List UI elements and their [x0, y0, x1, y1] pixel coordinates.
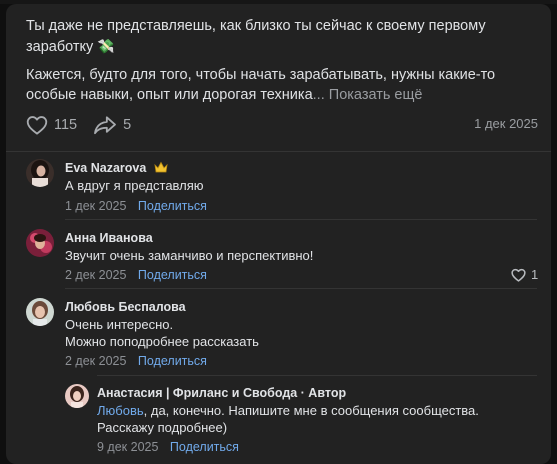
share-link[interactable]: Поделиться	[138, 268, 207, 282]
post-paragraph-2: Кажется, будто для того, чтобы начать за…	[26, 65, 536, 105]
crown-icon	[154, 161, 168, 173]
post-actions: 115 5	[26, 112, 147, 138]
show-more-link[interactable]: Показать ещё	[329, 87, 423, 103]
comment-text-line: Можно поподробнее рассказать	[65, 333, 259, 349]
post-paragraph-2-text: Кажется, будто для того, чтобы начать за…	[26, 67, 496, 103]
reply-text-line: Любовь, да, конечно. Напишите мне в сооб…	[97, 403, 537, 420]
heart-icon	[511, 268, 526, 282]
comment-like-button[interactable]: 1	[511, 267, 538, 282]
avatar[interactable]	[26, 159, 54, 187]
comment-date[interactable]: 9 дек 2025	[97, 440, 158, 454]
post-card: Ты даже не представляешь, как близко ты …	[6, 4, 551, 464]
avatar[interactable]	[26, 298, 54, 326]
avatar[interactable]	[26, 229, 54, 257]
reply-text-part: , да, конечно. Напишите мне в сообщения …	[143, 403, 479, 418]
reply-author[interactable]: Анастасия | Фриланс и Свобода · Автор	[97, 386, 346, 400]
share-count: 5	[123, 117, 132, 133]
reply-text-line: Расскажу подробнее)	[97, 419, 228, 435]
divider	[6, 151, 551, 152]
comment-text-line: Очень интересно.	[65, 317, 174, 332]
comment-separator	[65, 219, 537, 220]
reply-meta: 9 дек 2025 Поделиться	[97, 440, 239, 454]
comment-meta: 2 дек 2025 Поделиться	[65, 354, 207, 368]
avatar[interactable]	[65, 384, 89, 408]
heart-icon	[26, 116, 48, 135]
mention-link[interactable]: Любовь	[97, 403, 144, 418]
comment-date[interactable]: 2 дек 2025	[65, 268, 126, 282]
comment-author-name: Eva Nazarova	[65, 161, 147, 175]
reply-text: Любовь, да, конечно. Напишите мне в сооб…	[97, 403, 537, 436]
like-button[interactable]: 115	[26, 115, 77, 135]
comment-text: Звучит очень заманчиво и перспективно!	[65, 248, 314, 263]
ellipsis: ...	[312, 87, 325, 103]
comment-text: А вдруг я представляю	[65, 178, 204, 193]
comment-text: Очень интересно. Можно поподробнее расск…	[65, 317, 259, 350]
comment-like-count: 1	[531, 267, 539, 282]
comment-date[interactable]: 1 дек 2025	[65, 199, 126, 213]
comment-author[interactable]: Eva Nazarova	[65, 161, 168, 175]
money-emoji-icon: 💸	[97, 38, 115, 54]
like-count: 115	[54, 117, 78, 133]
share-link[interactable]: Поделиться	[170, 440, 239, 454]
comment-separator	[65, 288, 537, 289]
comment-author[interactable]: Любовь Беспалова	[65, 300, 186, 314]
share-link[interactable]: Поделиться	[138, 354, 207, 368]
post-paragraph-1: Ты даже не представляешь, как близко ты …	[26, 16, 536, 57]
share-button[interactable]: 5	[93, 115, 131, 135]
comment-date[interactable]: 2 дек 2025	[65, 354, 126, 368]
post-date: 1 дек 2025	[474, 116, 538, 131]
share-link[interactable]: Поделиться	[138, 199, 207, 213]
comment-separator	[97, 375, 537, 376]
comment-author[interactable]: Анна Иванова	[65, 231, 153, 245]
share-arrow-icon	[94, 116, 117, 135]
post-paragraph-1-text: Ты даже не представляешь, как близко ты …	[26, 18, 486, 55]
comment-meta: 2 дек 2025 Поделиться	[65, 268, 207, 282]
comment-meta: 1 дек 2025 Поделиться	[65, 199, 207, 213]
